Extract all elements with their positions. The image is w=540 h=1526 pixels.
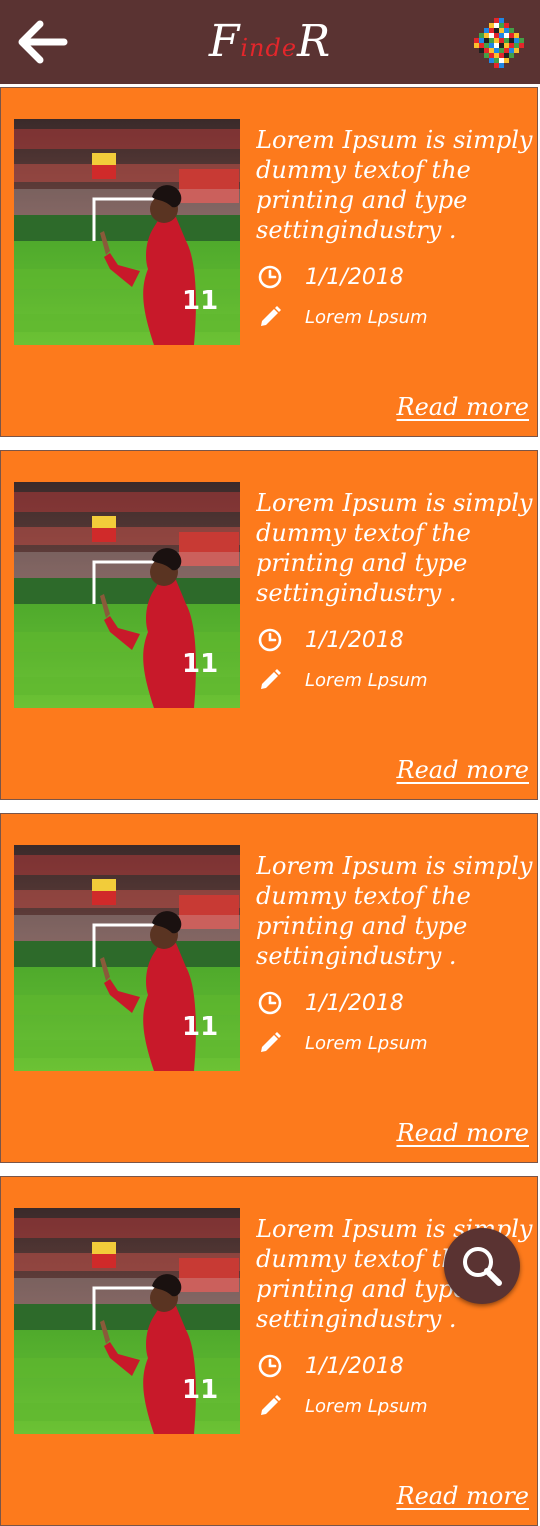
logo-letter-r: R bbox=[297, 16, 332, 67]
desc-line: printing and type bbox=[256, 912, 468, 940]
article-author: Lorem Lpsum bbox=[305, 669, 428, 691]
svg-text:11: 11 bbox=[182, 286, 218, 316]
svg-text:11: 11 bbox=[182, 649, 218, 679]
pencil-icon bbox=[257, 1393, 283, 1419]
article-author-row: Lorem Lpsum bbox=[257, 1392, 428, 1420]
article-thumbnail[interactable]: 11 bbox=[14, 845, 240, 1071]
desc-line: Lorem Ipsum is simply bbox=[256, 852, 533, 880]
article-card[interactable]: 11 Lorem Ipsum is simply dummy textof th… bbox=[0, 1176, 538, 1526]
pencil-icon bbox=[257, 1030, 283, 1056]
article-author: Lorem Lpsum bbox=[305, 306, 428, 328]
article-thumbnail[interactable]: 11 bbox=[14, 482, 240, 708]
desc-line: dummy textof the bbox=[256, 156, 471, 184]
article-author-row: Lorem Lpsum bbox=[257, 666, 428, 694]
article-date-row: 1/1/2018 bbox=[257, 263, 404, 291]
article-card[interactable]: 11 Lorem Ipsum is simply dummy textof th… bbox=[0, 813, 538, 1163]
article-card[interactable]: 11 Lorem Ipsum is simply dummy textof th… bbox=[0, 87, 538, 437]
colorful-pixel-grid-icon[interactable] bbox=[474, 18, 524, 68]
article-thumbnail[interactable]: 11 bbox=[14, 1208, 240, 1434]
article-description: Lorem Ipsum is simply dummy textof the p… bbox=[256, 125, 540, 245]
article-date-row: 1/1/2018 bbox=[257, 1352, 404, 1380]
desc-line: settingindustry . bbox=[256, 942, 457, 970]
desc-line: printing and type bbox=[256, 186, 468, 214]
desc-line: Lorem Ipsum is simply bbox=[256, 126, 533, 154]
search-icon bbox=[463, 1247, 502, 1286]
article-author: Lorem Lpsum bbox=[305, 1032, 428, 1054]
article-date: 1/1/2018 bbox=[305, 990, 404, 1016]
article-author: Lorem Lpsum bbox=[305, 1395, 428, 1417]
article-description: Lorem Ipsum is simply dummy textof the p… bbox=[256, 851, 540, 971]
article-date: 1/1/2018 bbox=[305, 1353, 404, 1379]
desc-line: settingindustry . bbox=[256, 216, 457, 244]
article-author-row: Lorem Lpsum bbox=[257, 303, 428, 331]
pencil-icon bbox=[257, 667, 283, 693]
svg-text:11: 11 bbox=[182, 1375, 218, 1405]
article-date: 1/1/2018 bbox=[305, 264, 404, 290]
desc-line: printing and type bbox=[256, 549, 468, 577]
search-button[interactable] bbox=[444, 1228, 520, 1304]
app-logo: FindeR bbox=[0, 14, 540, 76]
read-more-link[interactable]: Read more bbox=[397, 392, 529, 422]
clock-icon bbox=[257, 1353, 283, 1379]
article-date-row: 1/1/2018 bbox=[257, 989, 404, 1017]
svg-text:11: 11 bbox=[182, 1012, 218, 1042]
logo-middle: inde bbox=[240, 34, 298, 62]
logo-letter-f: F bbox=[208, 16, 241, 67]
article-date-row: 1/1/2018 bbox=[257, 626, 404, 654]
article-author-row: Lorem Lpsum bbox=[257, 1029, 428, 1057]
read-more-link[interactable]: Read more bbox=[397, 755, 529, 785]
clock-icon bbox=[257, 264, 283, 290]
read-more-link[interactable]: Read more bbox=[397, 1481, 529, 1511]
desc-line: Lorem Ipsum is simply bbox=[256, 489, 533, 517]
clock-icon bbox=[257, 627, 283, 653]
desc-line: settingindustry . bbox=[256, 579, 457, 607]
article-description: Lorem Ipsum is simply dummy textof the p… bbox=[256, 488, 540, 608]
desc-line: dummy textof the bbox=[256, 519, 471, 547]
clock-icon bbox=[257, 990, 283, 1016]
desc-line: settingindustry . bbox=[256, 1305, 457, 1333]
article-date: 1/1/2018 bbox=[305, 627, 404, 653]
desc-line: dummy textof the bbox=[256, 882, 471, 910]
article-thumbnail[interactable]: 11 bbox=[14, 119, 240, 345]
app-header: FindeR bbox=[0, 0, 540, 84]
read-more-link[interactable]: Read more bbox=[397, 1118, 529, 1148]
pencil-icon bbox=[257, 304, 283, 330]
article-card[interactable]: 11 Lorem Ipsum is simply dummy textof th… bbox=[0, 450, 538, 800]
